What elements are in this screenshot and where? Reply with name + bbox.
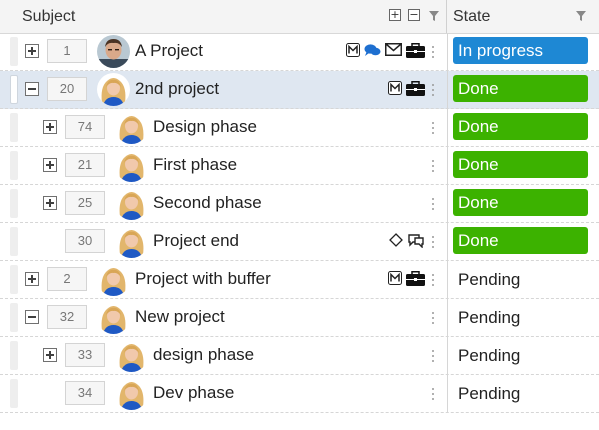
more-options-icon[interactable]	[432, 82, 435, 98]
state-header-label: State	[453, 8, 491, 25]
state-cell[interactable]: Pending	[447, 261, 599, 298]
briefcase-icon[interactable]	[406, 81, 425, 101]
comments-icon[interactable]	[407, 233, 425, 253]
more-options-icon[interactable]	[432, 158, 435, 174]
state-badge: Done	[453, 227, 588, 254]
task-indicator-icons	[0, 271, 440, 289]
state-cell[interactable]: Pending	[447, 337, 599, 374]
table-row[interactable]: 1 A Project In progress	[0, 33, 599, 71]
collapse-all-button[interactable]: −	[408, 9, 420, 21]
task-indicator-icons	[0, 81, 440, 99]
task-indicator-icons	[0, 119, 440, 137]
briefcase-icon[interactable]	[406, 43, 425, 63]
task-indicator-icons	[0, 43, 440, 61]
table-row[interactable]: 74 Design phase Done	[0, 109, 599, 147]
state-text: Pending	[458, 384, 521, 403]
state-badge: In progress	[453, 37, 588, 64]
state-cell[interactable]: Pending	[447, 299, 599, 336]
table-row[interactable]: 25 Second phase Done	[0, 185, 599, 223]
mail-icon[interactable]	[385, 43, 402, 61]
state-badge: Done	[453, 189, 588, 216]
table-row[interactable]: 20 2nd project Done	[0, 71, 599, 109]
more-options-icon[interactable]	[432, 348, 435, 364]
state-column-header[interactable]: State	[447, 0, 599, 33]
chat-icon[interactable]	[364, 43, 381, 63]
state-badge: Done	[453, 151, 588, 178]
table-row[interactable]: 2 Project with buffer Pending	[0, 261, 599, 299]
table-row[interactable]: 33 design phase Pending	[0, 337, 599, 375]
table-row[interactable]: 21 First phase Done	[0, 147, 599, 185]
subject-column-header[interactable]: Subject + −	[0, 0, 447, 33]
table-row[interactable]: 32 New project Pending	[0, 299, 599, 337]
state-text: Pending	[458, 308, 521, 327]
state-cell[interactable]: Pending	[447, 375, 599, 412]
more-options-icon[interactable]	[432, 310, 435, 326]
task-indicator-icons	[0, 233, 440, 251]
filter-icon[interactable]	[429, 11, 439, 21]
diamond-milestone-icon[interactable]	[389, 233, 403, 252]
milestone-m-icon[interactable]	[388, 81, 402, 100]
expand-all-button[interactable]: +	[389, 9, 401, 21]
more-options-icon[interactable]	[432, 272, 435, 288]
state-text: Pending	[458, 346, 521, 365]
state-text: Pending	[458, 270, 521, 289]
state-cell[interactable]: Done	[447, 71, 599, 108]
project-tree-grid: Subject + − State 1 A Project In progres…	[0, 0, 599, 430]
state-cell[interactable]: Done	[447, 185, 599, 222]
more-options-icon[interactable]	[432, 386, 435, 402]
table-row[interactable]: 34 Dev phase Pending	[0, 375, 599, 413]
state-badge: Done	[453, 113, 588, 140]
subject-header-label: Subject	[22, 8, 76, 25]
task-indicator-icons	[0, 195, 440, 213]
more-options-icon[interactable]	[432, 234, 435, 250]
milestone-m-icon[interactable]	[346, 43, 360, 62]
task-indicator-icons	[0, 347, 440, 365]
filter-icon[interactable]	[576, 11, 586, 21]
table-row[interactable]: 30 Project end Done	[0, 223, 599, 261]
state-cell[interactable]: Done	[447, 223, 599, 260]
grid-header: Subject + − State	[0, 0, 599, 34]
task-indicator-icons	[0, 157, 440, 175]
more-options-icon[interactable]	[432, 44, 435, 60]
state-cell[interactable]: In progress	[447, 33, 599, 70]
state-cell[interactable]: Done	[447, 109, 599, 146]
task-indicator-icons	[0, 385, 440, 403]
briefcase-icon[interactable]	[406, 271, 425, 291]
milestone-m-icon[interactable]	[388, 271, 402, 290]
state-cell[interactable]: Done	[447, 147, 599, 184]
more-options-icon[interactable]	[432, 196, 435, 212]
state-badge: Done	[453, 75, 588, 102]
more-options-icon[interactable]	[432, 120, 435, 136]
task-indicator-icons	[0, 309, 440, 327]
